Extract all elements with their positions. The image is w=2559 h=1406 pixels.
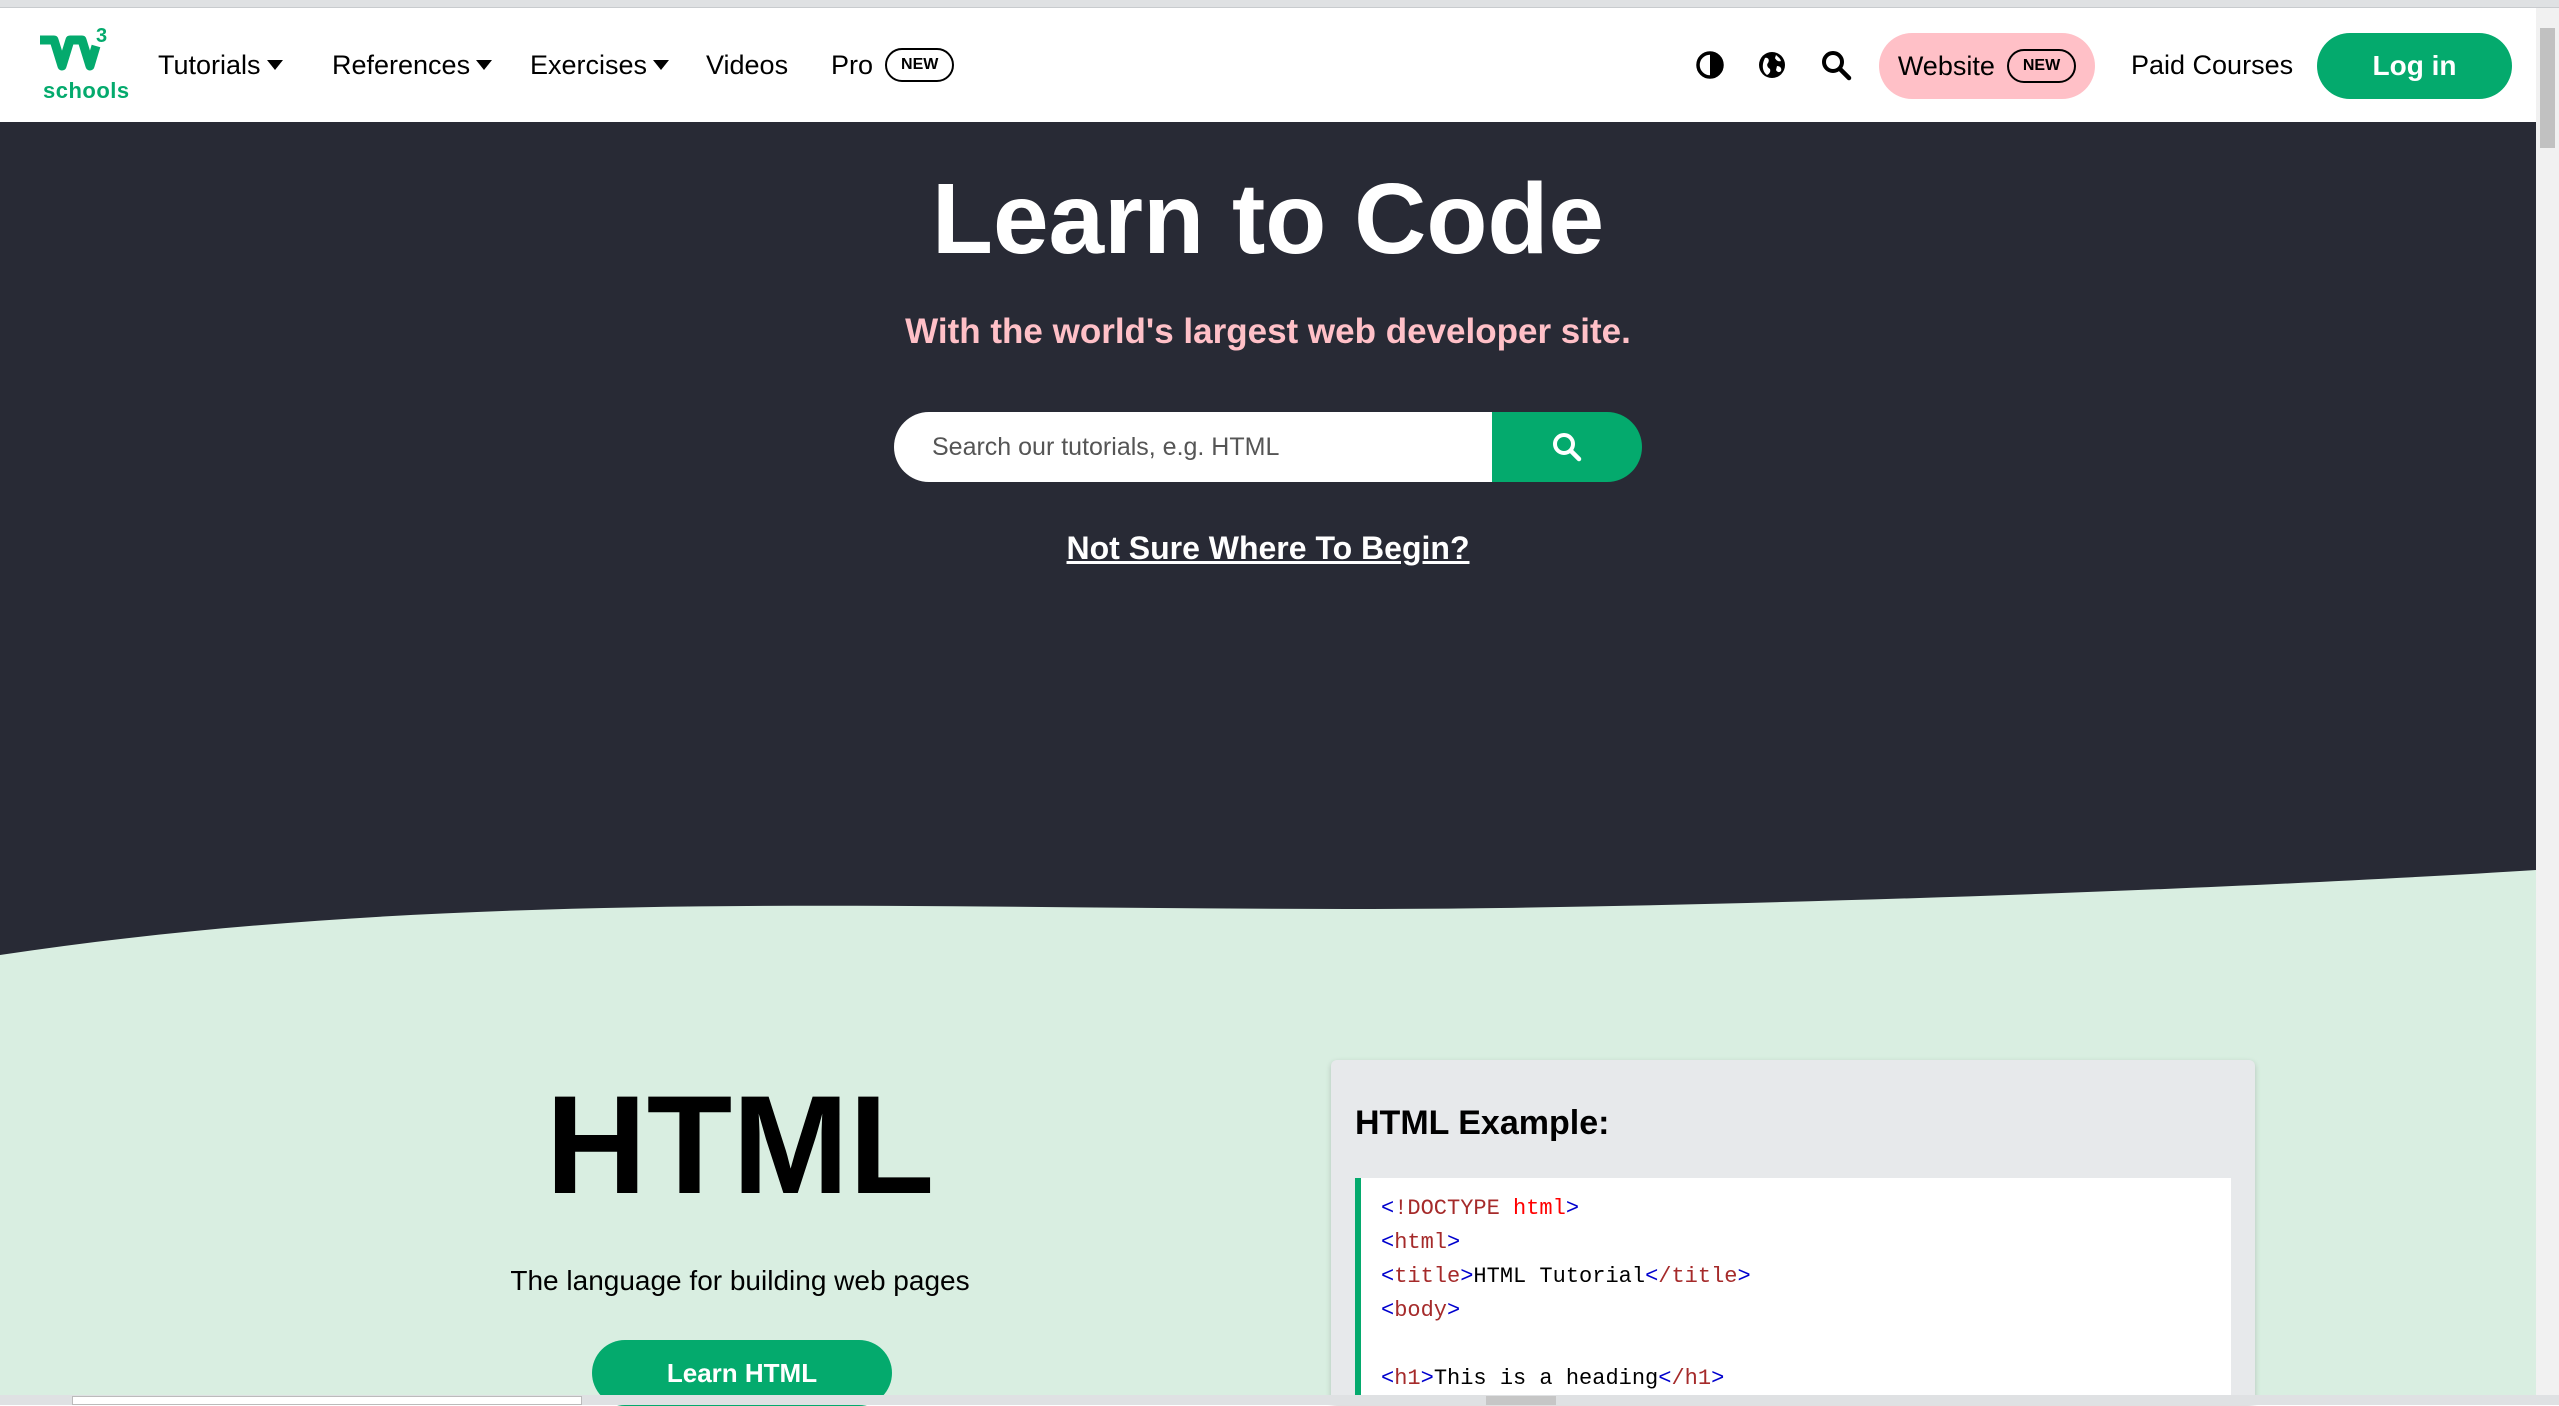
hero-search bbox=[894, 412, 1642, 482]
html-title: HTML bbox=[545, 1066, 935, 1223]
top-navbar: 3 schools Tutorials References Exercises… bbox=[0, 8, 2536, 122]
horizontal-scrollbar-thumb[interactable] bbox=[1486, 1396, 1556, 1405]
nav-exercises-label: Exercises bbox=[530, 49, 648, 80]
login-button[interactable]: Log in bbox=[2317, 33, 2512, 99]
html-example-box: HTML Example: <!DOCTYPE html> <html> <ti… bbox=[1331, 1060, 2255, 1405]
code-line: <h1>This is a heading</h1> bbox=[1381, 1366, 1725, 1391]
nav-pro[interactable]: Pro NEW bbox=[831, 8, 955, 122]
code-line: <title>HTML Tutorial</title> bbox=[1381, 1264, 1751, 1289]
nav-tutorials[interactable]: Tutorials bbox=[158, 8, 283, 122]
nav-references-label: References bbox=[332, 49, 471, 80]
hero-title: Learn to Code bbox=[931, 163, 1605, 275]
nav-videos-label: Videos bbox=[706, 49, 789, 80]
code-line: <!DOCTYPE html> bbox=[1381, 1196, 1580, 1221]
vertical-scrollbar[interactable] bbox=[2536, 8, 2559, 1395]
search-icon[interactable] bbox=[1820, 49, 1852, 81]
search-input[interactable] bbox=[894, 412, 1492, 482]
code-example: <!DOCTYPE html> <html> <title>HTML Tutor… bbox=[1355, 1178, 2231, 1405]
code-line: <body> bbox=[1381, 1298, 1461, 1323]
paid-courses-link[interactable]: Paid Courses bbox=[2131, 8, 2293, 122]
search-button[interactable] bbox=[1492, 412, 1642, 482]
nav-tutorials-label: Tutorials bbox=[158, 49, 261, 80]
website-button[interactable]: Website NEW bbox=[1879, 33, 2095, 99]
nav-videos[interactable]: Videos bbox=[706, 8, 788, 122]
bottom-taskbar-field[interactable] bbox=[72, 1396, 582, 1405]
nav-exercises[interactable]: Exercises bbox=[530, 8, 670, 122]
globe-icon[interactable] bbox=[1756, 49, 1788, 81]
logo-text[interactable]: schools bbox=[43, 78, 130, 104]
code-line: <html> bbox=[1381, 1230, 1461, 1255]
browser-top-border bbox=[0, 0, 2559, 8]
website-label: Website bbox=[1897, 50, 1995, 81]
caret-down-icon bbox=[476, 60, 493, 70]
not-sure-link[interactable]: Not Sure Where To Begin? bbox=[0, 530, 2536, 567]
contrast-icon[interactable] bbox=[1694, 49, 1726, 81]
scrollbar-thumb[interactable] bbox=[2540, 28, 2555, 148]
wave-divider bbox=[0, 860, 2536, 955]
caret-down-icon bbox=[653, 60, 670, 70]
nav-pro-label: Pro bbox=[831, 49, 874, 80]
search-icon bbox=[1553, 433, 1582, 462]
pro-new-badge: NEW bbox=[885, 48, 955, 82]
example-title: HTML Example: bbox=[1355, 1104, 1610, 1142]
caret-down-icon bbox=[266, 60, 283, 70]
html-subtitle: The language for building web pages bbox=[510, 1265, 970, 1296]
website-new-badge: NEW bbox=[2006, 49, 2077, 83]
nav-references[interactable]: References bbox=[332, 8, 493, 122]
hero-subtitle: With the world's largest web developer s… bbox=[905, 312, 1631, 351]
logo-superscript: 3 bbox=[96, 26, 107, 47]
